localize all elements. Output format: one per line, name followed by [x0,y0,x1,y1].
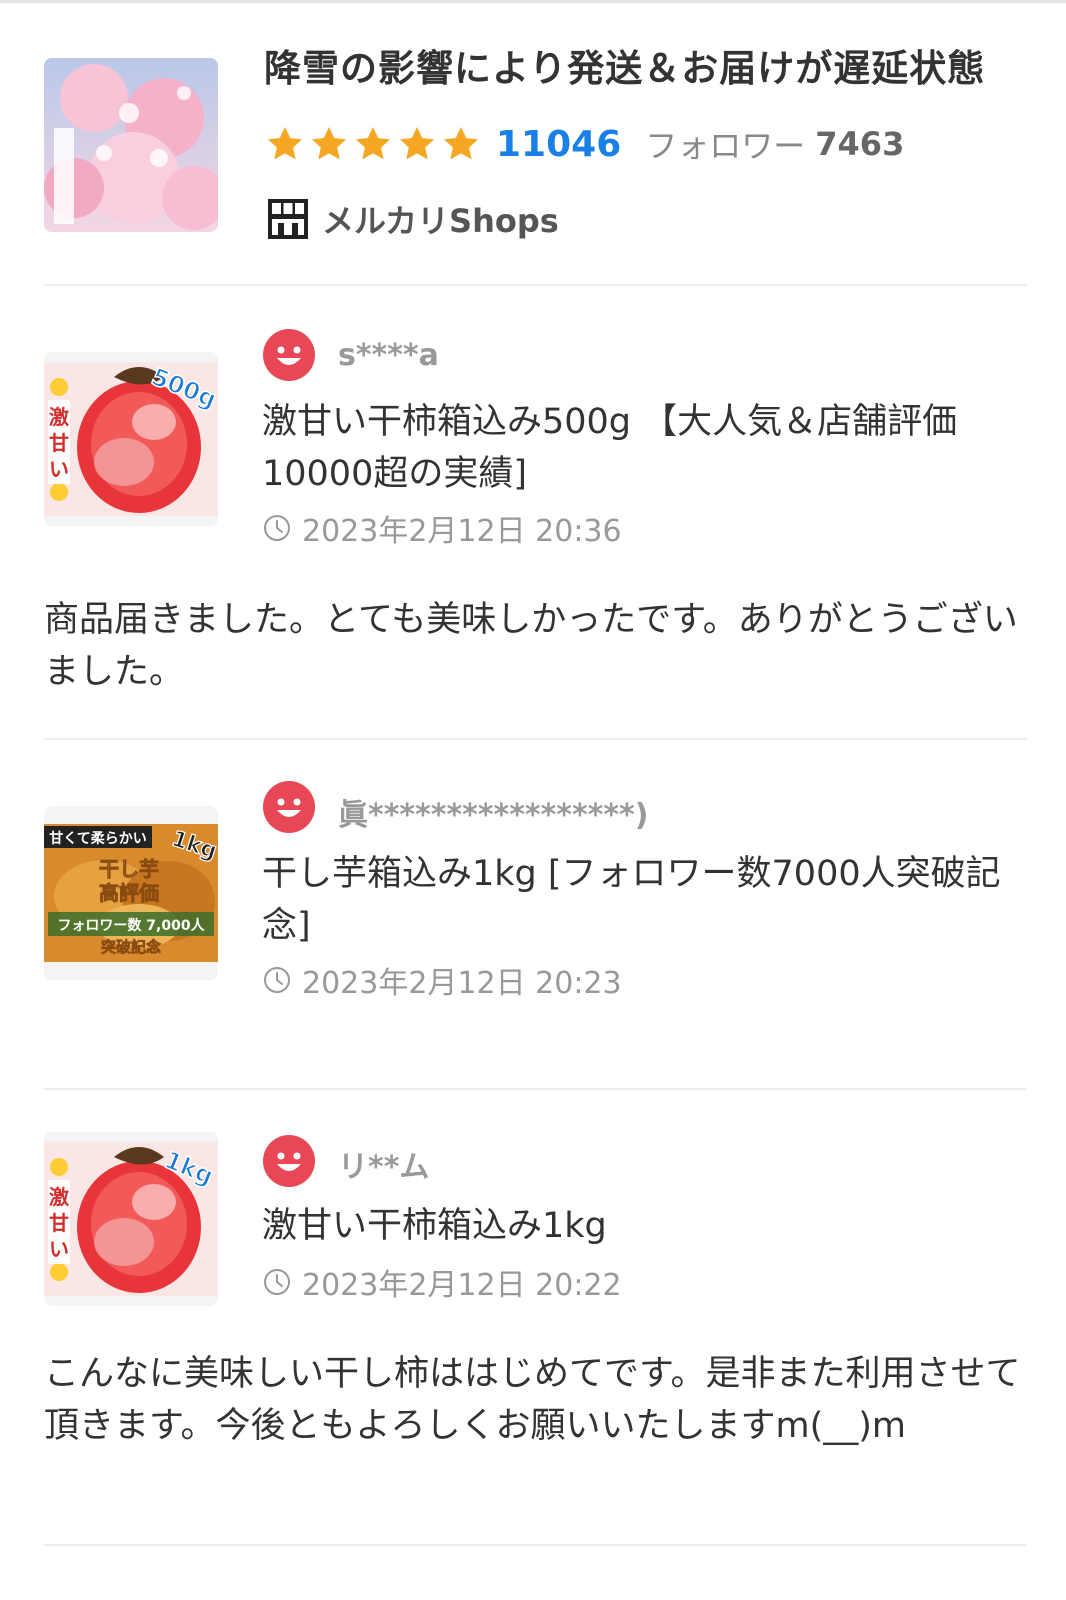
review-item-title[interactable]: 激甘い干柿箱込み1kg [262,1200,1022,1252]
shops-store-icon [268,199,308,239]
star-icon [444,127,478,160]
timestamp-text: 2023年2月12日 20:23 [302,966,622,1001]
review-item-title[interactable]: 激甘い干柿箱込み500g 【大人気＆店舗評価10000超の実績] [262,396,1022,500]
user-avatar-icon[interactable] [262,328,316,382]
reviewer-name[interactable]: s****a [338,338,439,373]
divider [44,1544,1026,1546]
top-border [0,0,1066,3]
divider [44,738,1026,740]
review-timestamp: 2023年2月12日 20:23 [262,958,622,1002]
shops-badge: メルカリShops [266,194,559,244]
reviewer-name[interactable]: 眞*****************) [338,790,648,834]
svg-text:い: い [49,457,69,481]
timestamp-text: 2023年2月12日 20:36 [302,514,622,549]
review-item-thumbnail[interactable]: 激 甘 い 500g [44,352,218,526]
shop-thumbnail[interactable] [44,58,218,232]
svg-text:激: 激 [49,405,69,429]
thumb-line: 高評価 [99,881,159,905]
review-item-thumbnail[interactable]: 激 甘 い 1kg [44,1132,218,1306]
review-item-title[interactable]: 干し芋箱込み1kg [フォロワー数7000人突破記念] [262,848,1022,952]
svg-text:い: い [49,1237,69,1261]
divider [44,1088,1026,1090]
timestamp-text: 2023年2月12日 20:22 [302,1268,622,1303]
svg-text:甘: 甘 [49,1211,69,1235]
svg-text:甘: 甘 [49,431,69,455]
review-timestamp: 2023年2月12日 20:22 [262,1260,622,1304]
star-icon [312,127,346,160]
star-icon [268,127,302,160]
shops-label: メルカリShops [322,202,559,240]
clock-icon [264,1269,290,1295]
svg-text:激: 激 [49,1185,69,1209]
follower-label: フォロワー [645,127,806,165]
star-rating [264,124,484,164]
thumb-line: 突破記念 [101,938,161,956]
user-avatar-icon[interactable] [262,780,316,834]
thumb-line: 干し芋 [99,857,159,881]
shop-rating-row[interactable]: 11046 フォロワー 7463 [264,116,904,172]
divider [44,284,1026,286]
star-icon [400,127,434,160]
rating-count: 11046 [496,123,622,165]
review-comment: こんなに美味しい干し柿ははじめてです。是非また利用させて頂きます。今後ともよろし… [44,1354,1021,1446]
follower-count: 7463 [815,125,905,163]
thumb-banner: 甘くて柔らかい [49,830,147,847]
review-item-thumbnail[interactable]: 甘くて柔らかい 1kg 干し芋 高評価 フォロワー数 7,000人 突破記念 [44,806,218,980]
review-comment: 商品届きました。とても美味しかったです。ありがとうございました。 [44,600,1018,692]
reviewer-name[interactable]: リ**ム [338,1142,429,1186]
user-avatar-icon[interactable] [262,1134,316,1188]
thumb-line: フォロワー数 7,000人 [57,917,205,934]
review-timestamp: 2023年2月12日 20:36 [262,506,622,550]
shop-name[interactable]: 降雪の影響により発送＆お届けが遅延状態 [264,38,1024,92]
clock-icon [264,515,290,541]
clock-icon [264,967,290,993]
star-icon [356,127,390,160]
